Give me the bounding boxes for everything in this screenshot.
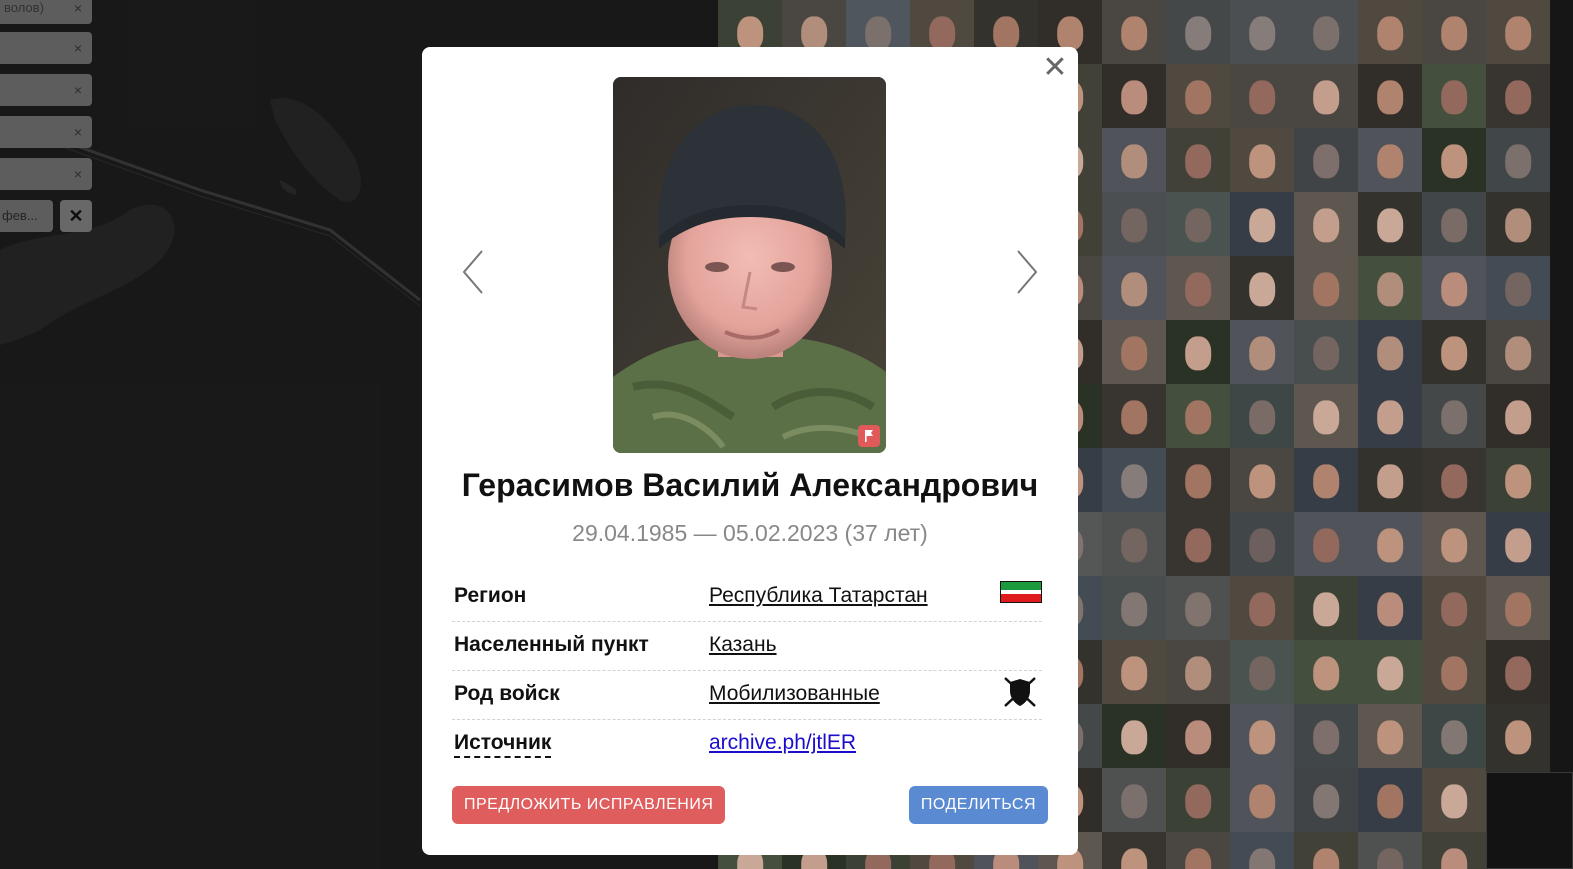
- info-row-locality: Населенный пункт Казань: [452, 622, 1042, 671]
- region-link[interactable]: Республика Татарстан: [709, 584, 928, 608]
- locality-label: Населенный пункт: [454, 633, 649, 656]
- suggest-corrections-button[interactable]: ПРЕДЛОЖИТЬ ИСПРАВЛЕНИЯ: [452, 786, 726, 824]
- person-photo: [613, 77, 886, 453]
- region-label: Регион: [454, 584, 527, 607]
- person-name: Герасимов Василий Александрович: [461, 467, 1039, 503]
- next-arrow-icon[interactable]: [1012, 247, 1042, 297]
- shield-swords-icon: [1002, 675, 1038, 714]
- report-flag-icon[interactable]: [858, 425, 880, 447]
- info-row-source: Источник archive.ph/jtlER: [452, 720, 1042, 769]
- source-label[interactable]: Источник: [454, 731, 552, 758]
- person-info-table: Регион Республика Татарстан Населенный п…: [452, 573, 1042, 769]
- source-link[interactable]: archive.ph/jtlER: [709, 731, 856, 755]
- share-button[interactable]: ПОДЕЛИТЬСЯ: [908, 786, 1048, 824]
- info-row-region: Регион Республика Татарстан: [452, 573, 1042, 622]
- info-row-branch: Род войск Мобилизованные: [452, 671, 1042, 720]
- person-dates: 29.04.1985 — 05.02.2023 (37 лет): [572, 520, 928, 546]
- person-card-modal: ✕ Герасимов Василий Александрович 29.04.…: [422, 47, 1078, 855]
- prev-arrow-icon[interactable]: [458, 247, 488, 297]
- branch-label: Род войск: [454, 682, 560, 705]
- tatarstan-flag-icon: [1000, 581, 1042, 608]
- branch-link[interactable]: Мобилизованные: [709, 682, 880, 706]
- locality-link[interactable]: Казань: [709, 633, 777, 657]
- close-icon[interactable]: ✕: [1042, 53, 1068, 83]
